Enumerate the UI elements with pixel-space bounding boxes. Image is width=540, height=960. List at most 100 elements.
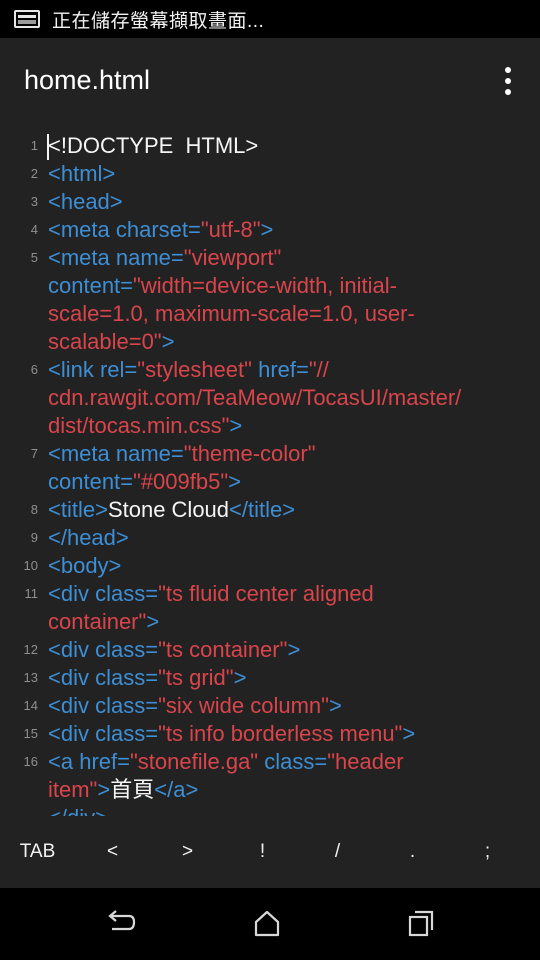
code-token: <a [48,749,80,774]
line-number: 2 [30,166,38,181]
code-token: <div [48,693,96,718]
code-token: rel= [99,357,138,382]
code-token: <title> [48,497,108,522]
code-line[interactable]: 12 <div class="ts container"> [0,636,538,664]
code-token: <meta [48,245,116,270]
line-number: 11 [24,586,39,601]
recents-icon[interactable] [400,906,440,942]
app-bar: home.html [0,38,540,122]
line-number: 13 [23,670,38,685]
code-token: <!DOCTYPE HTML> [48,133,259,158]
code-line[interactable]: 9 </head> [0,524,538,552]
extra-keys-bar: TAB < >! /.; [0,816,540,888]
code-token: <link [48,357,100,382]
code-line[interactable]: 5 <meta name="viewport" content="width=de… [0,244,538,356]
code-token: <div [48,581,96,606]
text-cursor [47,134,49,160]
code-token: name= [115,245,184,270]
code-token: <html> [48,161,116,186]
key-exclamation[interactable]: ! [225,816,300,888]
status-notification-text: 正在儲存螢幕擷取畫面... [52,10,265,32]
code-token: <div [48,637,96,662]
code-token: <div [48,721,96,746]
code-token: <body> [48,553,122,578]
code-token: class= [95,637,159,662]
code-line[interactable]: 7 <meta name="theme-color" content="#009f… [0,440,538,496]
line-number: 1 [30,138,38,153]
code-token: "#009fb5" [133,469,229,494]
back-icon[interactable] [101,906,141,942]
key-period[interactable]: . [375,816,450,888]
code-line[interactable]: 10 <body> [0,552,538,580]
code-token: <meta [48,217,116,242]
key-less-than[interactable]: < [75,816,150,888]
home-icon[interactable] [247,906,287,942]
code-token: class= [264,749,328,774]
code-token: </title> [229,497,296,522]
code-token: href= [79,749,130,774]
status-bar: 正在儲存螢幕擷取畫面... [0,0,540,38]
code-line[interactable]: 4 <meta charset="utf-8"> [0,216,538,244]
code-token: > [260,217,274,242]
code-token: </a> [154,777,199,802]
editor-app: home.html 1 <!DOCTYPE HTML> 2 <html> 3 <head>… [0,38,540,888]
screenshot-icon [14,10,40,28]
key-tab[interactable]: TAB [0,816,75,888]
code-token: <meta [48,441,116,466]
code-token: > [287,637,301,662]
code-line[interactable]: 2 <html> [0,160,538,188]
key-slash[interactable]: / [300,816,375,888]
code-token: > [161,329,175,354]
code-token: > [97,777,111,802]
code-token: > [146,609,160,634]
code-line[interactable]: 15 <div class="ts info borderless menu"> [0,720,538,748]
line-number: 9 [30,530,38,545]
code-token: > [233,665,247,690]
code-token: "ts grid" [158,665,234,690]
code-token: > [229,413,243,438]
code-token: charset= [115,217,201,242]
code-token: <div [48,665,96,690]
code-editor[interactable]: 1 <!DOCTYPE HTML> 2 <html> 3 <head> 4 <meta cha… [0,132,540,816]
code-token: "theme-color" [183,441,316,466]
code-line[interactable]: 11 <div class="ts fluid center aligned co… [0,580,538,636]
line-number: 16 [23,754,38,769]
code-token: <head> [48,189,123,214]
code-line[interactable]: 8 <title>Stone Cloud</title> [0,496,538,524]
line-number: 8 [30,502,38,517]
code-line[interactable]: 6 <link rel="stylesheet" href="// cdn.raw… [0,356,538,440]
line-number: 3 [30,194,38,209]
file-title: home.html [24,64,151,95]
line-number: 5 [30,250,38,265]
code-token: name= [115,441,184,466]
key-greater-than[interactable]: > [150,816,225,888]
code-line[interactable]: 13 <div class="ts grid"> [0,664,538,692]
line-number: 12 [23,642,38,657]
key-semicolon[interactable]: ; [450,816,525,888]
line-number: 15 [23,726,38,741]
code-token: content= [48,469,134,494]
code-token: "ts info borderless menu" [158,721,403,746]
code-line[interactable]: 1 <!DOCTYPE HTML> [0,132,538,160]
code-line[interactable]: </div> [0,804,538,816]
code-line[interactable]: 16 <a href="stonefile.ga" class="header i… [0,748,538,804]
code-token: href= [258,357,309,382]
line-number: 4 [30,222,38,237]
code-token: "stonefile.ga" [129,749,259,774]
code-token: > [402,721,416,746]
code-line[interactable]: 14 <div class="six wide column"> [0,692,538,720]
code-token: "viewport" [183,245,282,270]
line-number: 6 [30,362,38,377]
more-vert-icon[interactable] [504,67,512,95]
code-token: class= [95,665,159,690]
code-token: > [228,469,242,494]
line-number: 14 [23,698,38,713]
code-token: "utf-8" [200,217,261,242]
code-line[interactable]: 3 <head> [0,188,538,216]
code-token: class= [95,721,159,746]
code-token: class= [95,581,159,606]
code-token: content= [48,273,134,298]
navigation-bar [0,888,540,960]
code-token: "six wide column" [158,693,329,718]
code-token: 首頁 [110,777,155,802]
